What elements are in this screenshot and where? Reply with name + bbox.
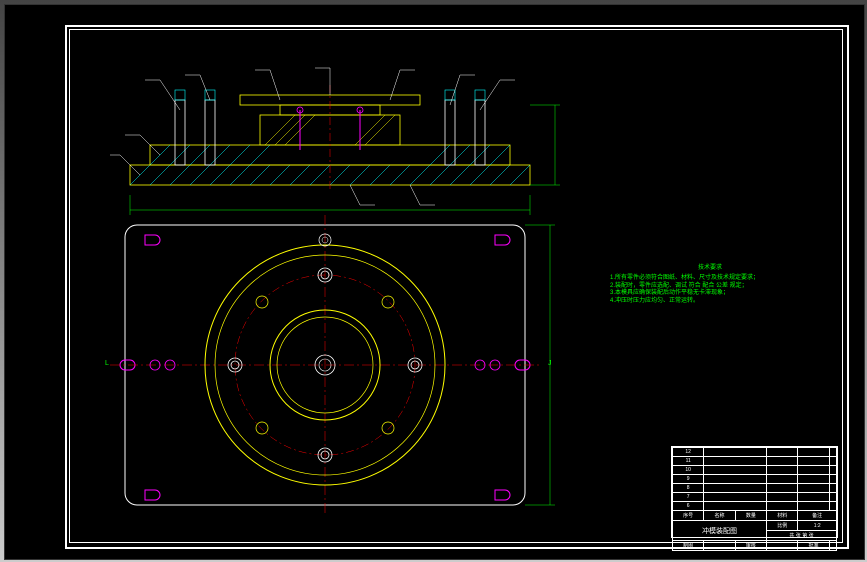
title-block-table: 12 11 10 9 8 7 6 序号名称数量材料备注 冲模装配图比例1:2 共… bbox=[672, 447, 837, 551]
title-block: 12 11 10 9 8 7 6 序号名称数量材料备注 冲模装配图比例1:2 共… bbox=[671, 446, 838, 538]
technical-notes: 技术要求 1.所有零件必须符合图纸、材料、尺寸及技术规定要求； 2.装配时，零件… bbox=[610, 265, 810, 306]
notes-title: 技术要求 bbox=[610, 265, 810, 273]
section-marker-left: L bbox=[105, 360, 109, 367]
drawing-title: 冲模装配图 bbox=[673, 521, 767, 541]
col-mat: 材料 bbox=[767, 511, 798, 521]
notes-line1: 1.所有零件必须符合图纸、材料、尺寸及技术规定要求； bbox=[610, 275, 810, 283]
cad-viewport: L J 技术要求 1.所有零件必须符合图纸、材料、尺寸及技术规定要求； 2.装配… bbox=[4, 4, 865, 560]
col-qty: 数量 bbox=[735, 511, 766, 521]
elevation-view bbox=[110, 68, 560, 215]
drawing-border-inner: L J 技术要求 1.所有零件必须符合图纸、材料、尺寸及技术规定要求； 2.装配… bbox=[69, 29, 843, 543]
plan-view bbox=[110, 215, 555, 515]
col-remark: 备注 bbox=[798, 511, 837, 521]
col-index: 序号 bbox=[673, 511, 704, 521]
col-name: 名称 bbox=[704, 511, 735, 521]
notes-line4: 4.冲压时压力应均匀、正常运转。 bbox=[610, 298, 810, 306]
section-marker-right: J bbox=[548, 360, 552, 367]
